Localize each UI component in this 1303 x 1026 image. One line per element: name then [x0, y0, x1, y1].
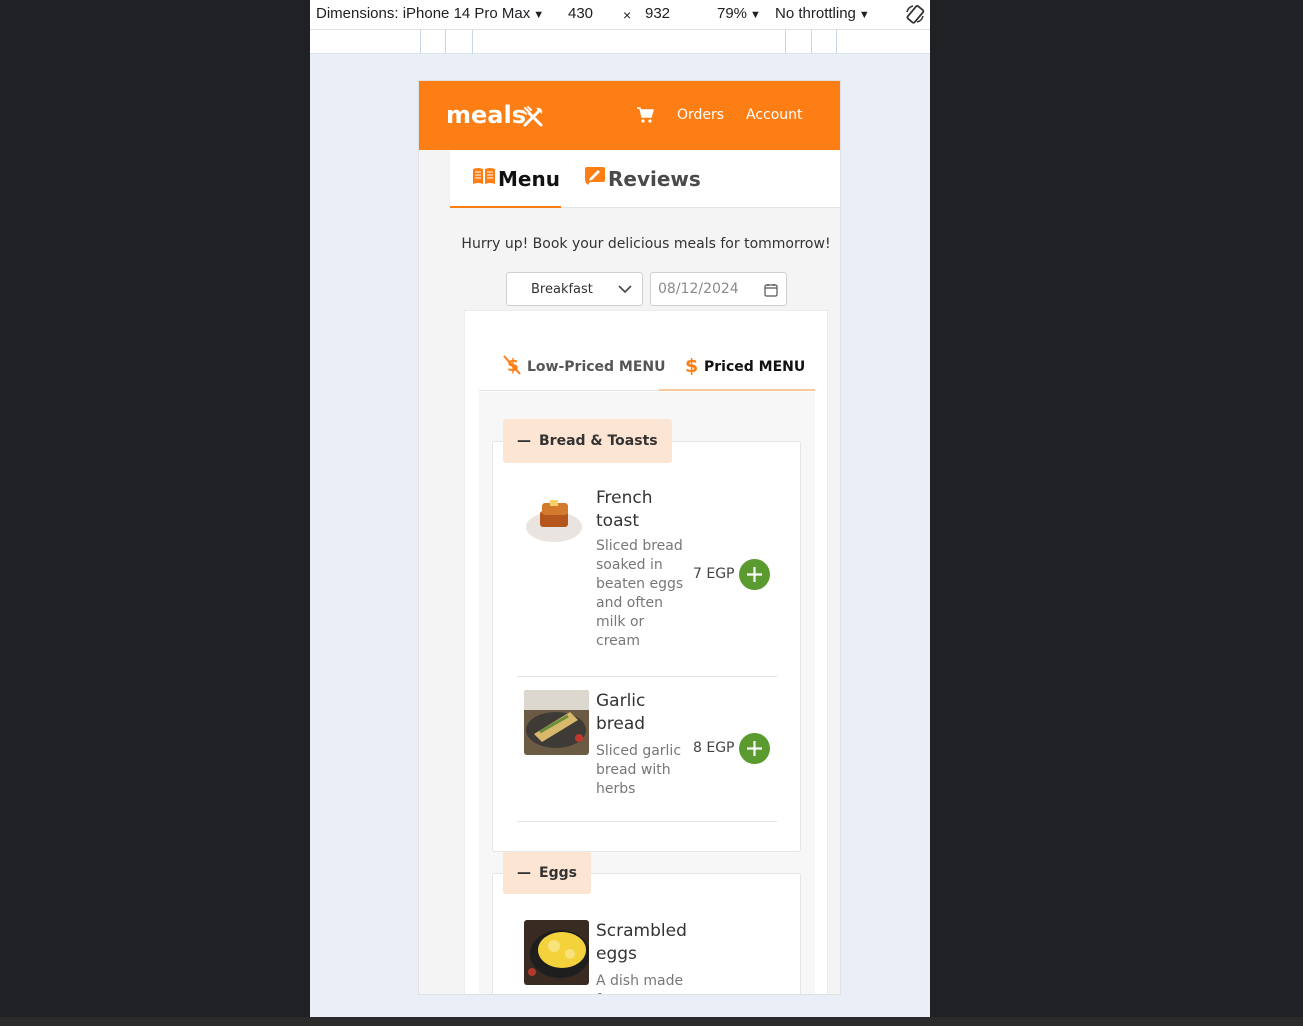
date-value: 08/12/2024: [658, 281, 739, 297]
item-price: 7 EGP: [693, 566, 735, 582]
tab-menu-label: Menu: [498, 166, 560, 191]
item-divider: [517, 676, 777, 677]
chevron-down-icon: [618, 285, 632, 294]
menu-card: $ Low-Priced MENU $ Priced MENU: [464, 310, 828, 994]
media-query-ruler: [310, 30, 930, 54]
item-divider: [517, 821, 777, 822]
tab-priced-menu[interactable]: $ Priced MENU: [684, 354, 805, 380]
tab-active-indicator: [450, 206, 561, 208]
category-title: Bread & Toasts: [539, 433, 658, 449]
width-input[interactable]: 430: [568, 5, 593, 22]
french-toast-image: [524, 487, 589, 552]
calendar-icon[interactable]: [764, 283, 778, 297]
menu-item: French toast Sliced bread soaked in beat…: [517, 487, 777, 657]
category-title: Eggs: [539, 865, 577, 881]
tab-priced-label: Priced MENU: [704, 359, 806, 375]
item-description: Sliced bread soaked in beaten eggs and o…: [596, 538, 684, 649]
item-name: Garlic bread: [596, 691, 646, 734]
tab-menu[interactable]: Menu: [472, 166, 560, 191]
add-to-cart-button[interactable]: [739, 733, 770, 764]
meal-type-select[interactable]: Breakfast: [506, 272, 643, 306]
menu-item: Scrambled eggs A dish made f: [517, 920, 777, 994]
tab-active-indicator: [659, 389, 815, 391]
rotate-icon[interactable]: [904, 3, 926, 29]
zoom-select[interactable]: 79% ▼: [717, 5, 761, 22]
caret-down-icon: ▼: [533, 9, 545, 21]
menu-item: Garlic bread Sliced garlic bread with he…: [517, 690, 777, 820]
zoom-label: 79%: [717, 5, 748, 22]
page-tabs: Menu Reviews: [450, 150, 840, 208]
status-strip: [0, 1017, 1303, 1026]
devtools-toolbar: Dimensions: iPhone 14 Pro Max ▼ 430 × 932…: [310, 0, 930, 30]
tab-low-priced-menu[interactable]: $ Low-Priced MENU: [503, 354, 666, 380]
menu-type-tabs: $ Low-Priced MENU $ Priced MENU: [479, 341, 815, 391]
height-input[interactable]: 932: [645, 5, 670, 22]
item-description: A dish made f: [596, 973, 684, 994]
utensils-icon: [521, 105, 545, 133]
menu-body: French toast Sliced bread soaked in beat…: [479, 392, 815, 994]
logo[interactable]: meals: [446, 101, 526, 129]
throttling-select[interactable]: No throttling ▼: [775, 5, 870, 22]
tab-reviews[interactable]: Reviews: [584, 166, 701, 191]
item-name: French toast: [596, 488, 653, 531]
throttling-label: No throttling: [775, 5, 856, 22]
category-bread-toasts: French toast Sliced bread soaked in beat…: [492, 441, 801, 852]
minus-icon: —: [517, 433, 531, 449]
tab-reviews-label: Reviews: [608, 166, 701, 191]
minus-icon: —: [517, 865, 531, 881]
nav-orders-link[interactable]: Orders: [677, 107, 724, 123]
category-header[interactable]: — Eggs: [503, 852, 591, 894]
caret-down-icon: ▼: [750, 9, 761, 21]
no-dollar-icon: $: [503, 354, 521, 380]
dollar-icon: $: [684, 354, 698, 380]
phone-page: meals Orders Account Menu Reviews Hurry …: [418, 80, 841, 995]
plus-icon: [747, 567, 762, 582]
item-name: Scrambled eggs: [596, 921, 687, 964]
cart-icon[interactable]: [636, 106, 654, 128]
book-icon: [472, 166, 496, 191]
device-label: Dimensions: iPhone 14 Pro Max: [316, 5, 531, 22]
main-content: Menu Reviews Hurry up! Book your delicio…: [450, 150, 840, 994]
navbar: meals Orders Account: [419, 81, 840, 150]
caret-down-icon: ▼: [858, 9, 870, 21]
category-header[interactable]: — Bread & Toasts: [503, 419, 672, 463]
garlic-bread-image: [524, 690, 589, 755]
plus-icon: [747, 741, 762, 756]
date-input[interactable]: 08/12/2024: [650, 272, 787, 306]
device-dimensions-select[interactable]: Dimensions: iPhone 14 Pro Max ▼: [316, 5, 544, 22]
times-icon: ×: [623, 7, 632, 23]
tab-low-priced-label: Low-Priced MENU: [527, 359, 666, 375]
booking-hint: Hurry up! Book your delicious meals for …: [461, 236, 831, 252]
item-price: 8 EGP: [693, 740, 735, 756]
nav-account-link[interactable]: Account: [746, 107, 803, 123]
item-description: Sliced garlic bread with herbs: [596, 743, 682, 797]
add-to-cart-button[interactable]: [739, 559, 770, 590]
svg-text:$: $: [685, 355, 698, 376]
meal-type-value: Breakfast: [531, 282, 593, 297]
review-pen-icon: [584, 166, 606, 191]
scrambled-eggs-image: [524, 920, 589, 985]
